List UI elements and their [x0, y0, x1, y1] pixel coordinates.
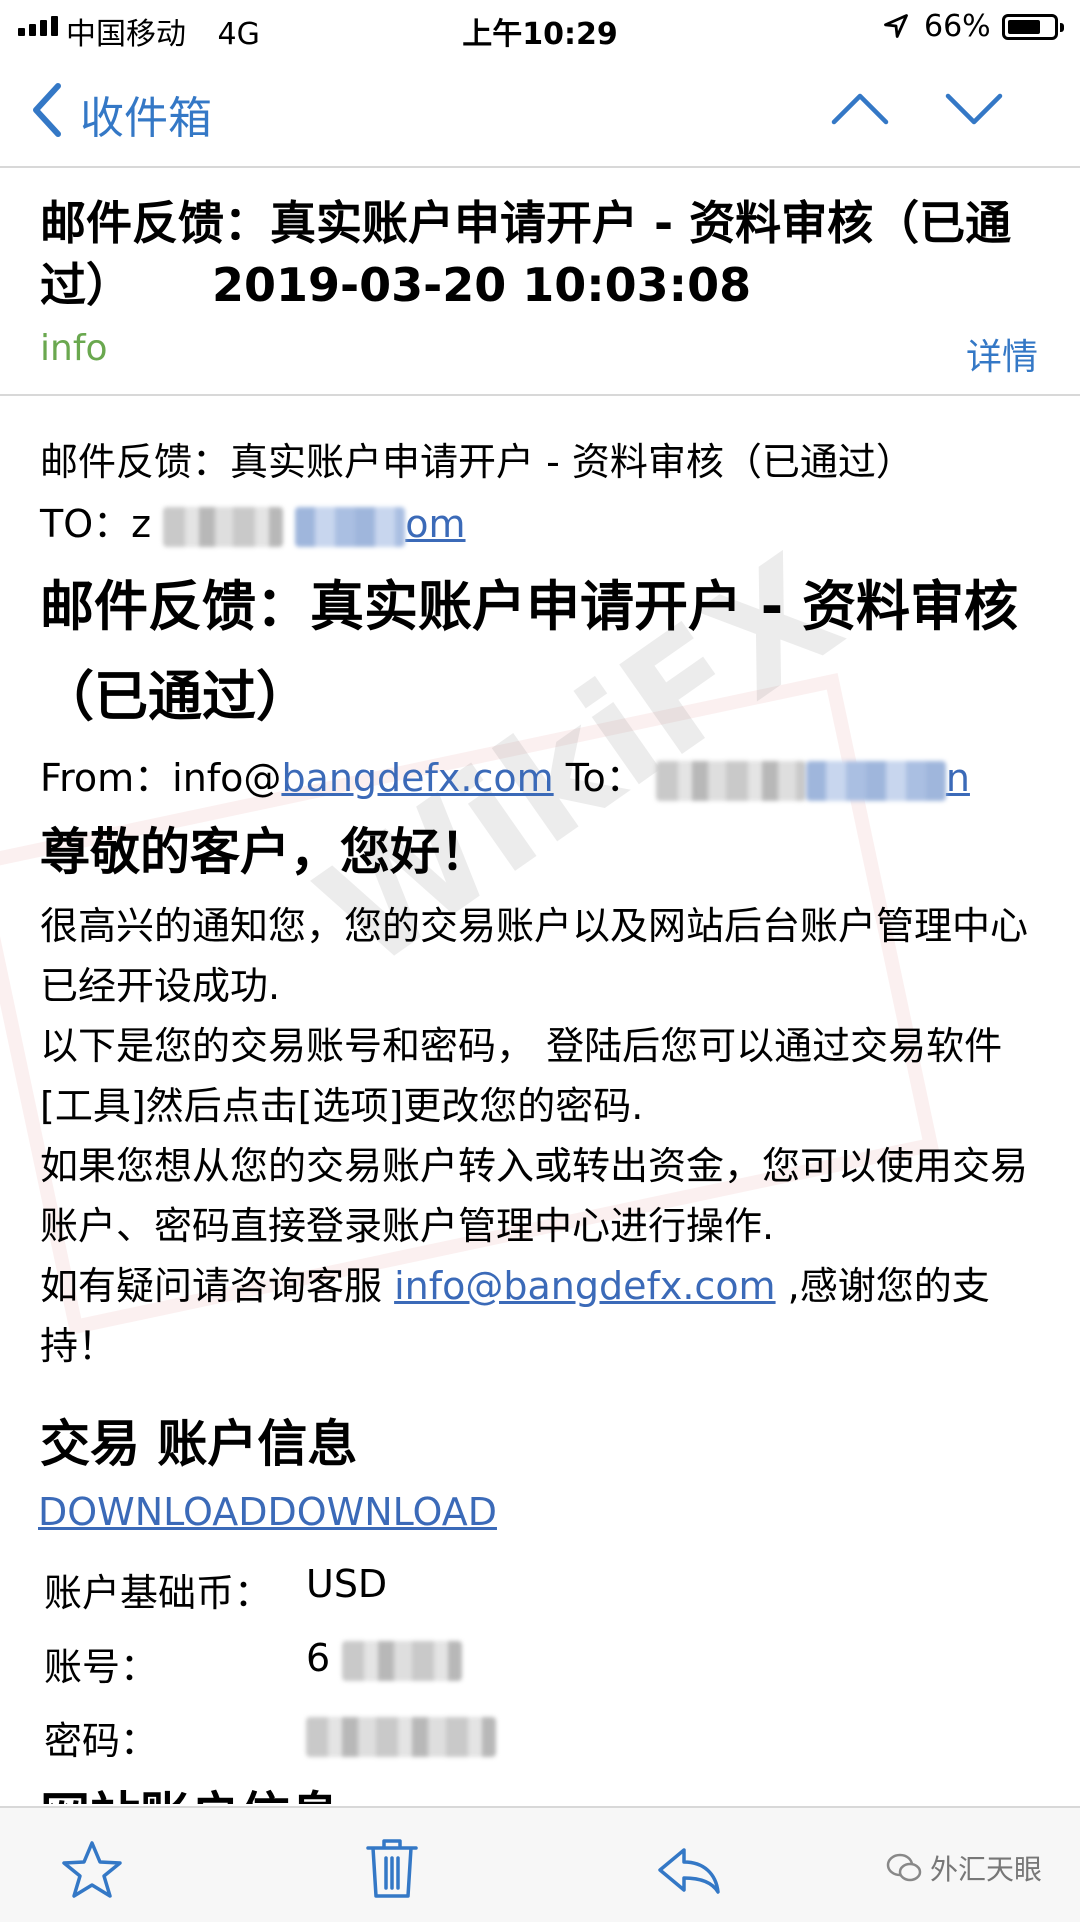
location-arrow-icon — [884, 14, 908, 38]
redacted-text — [655, 760, 806, 801]
status-time: 上午10:29 — [462, 17, 618, 52]
reply-icon[interactable] — [656, 1844, 722, 1896]
section-title-trading-account: 交易 账户信息 — [40, 1415, 358, 1473]
to-line: TO：z om — [40, 502, 466, 547]
chevron-up-icon[interactable] — [830, 88, 890, 128]
paragraph: 如果您想从您的交易账户转入或转出资金，您可以使用交易账户、密码直接登录账户管理中… — [40, 1144, 1029, 1248]
paragraph: 以下是您的交易账号和密码， 登陆后您可以通过交易软件[工具]然后点击[选项]更改… — [40, 1024, 1003, 1128]
support-email-link[interactable]: info@bangdefx.com — [394, 1264, 775, 1308]
from-domain-link[interactable]: bangdefx.com — [281, 756, 553, 800]
status-bar: 中国移动 4G 上午10:29 66% — [0, 0, 1080, 52]
download-link[interactable]: DOWNLOADDOWNLOAD — [38, 1490, 497, 1534]
to-email-link[interactable]: om — [405, 502, 465, 546]
battery-percent: 66% — [924, 9, 991, 44]
redacted-text — [163, 506, 284, 547]
redacted-text — [306, 1716, 496, 1757]
wechat-icon — [886, 1853, 922, 1882]
password-label: 密码： — [44, 1719, 159, 1763]
paragraph: 很高兴的通知您，您的交易账户以及网站后台账户管理中心已经开设成功. — [40, 904, 1029, 1008]
wechat-account-badge: 外汇天眼 — [886, 1848, 1042, 1888]
redacted-text — [295, 506, 406, 547]
body-paragraphs: 很高兴的通知您，您的交易账户以及网站后台账户管理中心已经开设成功. 以下是您的交… — [40, 896, 1050, 1376]
base-currency-value: USD — [306, 1562, 388, 1606]
body-subject-line: 邮件反馈：真实账户申请开户 - 资料审核（已通过） — [40, 440, 914, 484]
account-number-label: 账号： — [44, 1645, 159, 1689]
paragraph: 如有疑问请咨询客服 info@bangdefx.com ,感谢您的支持！ — [40, 1264, 990, 1368]
wechat-account-name: 外汇天眼 — [930, 1853, 1043, 1886]
to-email-link-2[interactable]: n — [946, 756, 970, 800]
chevron-down-icon[interactable] — [944, 88, 1004, 128]
back-to-inbox-button[interactable]: 收件箱 — [80, 82, 212, 146]
password-value — [306, 1712, 496, 1757]
chevron-left-icon[interactable] — [28, 82, 64, 138]
details-link[interactable]: 详情 — [966, 328, 1038, 380]
trash-icon[interactable] — [364, 1836, 420, 1900]
from-line: From：info@bangdefx.com To： n — [40, 756, 970, 801]
redacted-text — [342, 1640, 463, 1681]
star-icon[interactable] — [60, 1838, 124, 1902]
header-divider — [0, 394, 1080, 396]
email-title: 邮件反馈：真实账户申请开户 - 资料审核（已通过） — [40, 575, 1019, 728]
mail-subject: 邮件反馈：真实账户申请开户 - 资料审核（已通过） 2019-03-20 10:0… — [40, 192, 1050, 316]
battery-icon — [1002, 14, 1064, 40]
mail-datetime: 2019-03-20 10:03:08 — [212, 258, 752, 312]
nav-bar: 收件箱 — [0, 52, 1080, 168]
sender-name[interactable]: info — [40, 328, 108, 369]
section-title-web-account: 网站账户信息 — [40, 1776, 340, 1804]
redacted-text — [805, 760, 946, 801]
base-currency-label: 账户基础币： — [44, 1571, 273, 1615]
greeting: 尊敬的客户，您好！ — [40, 823, 490, 881]
bottom-toolbar: 外汇天眼 — [0, 1806, 1080, 1922]
account-number-value: 6 — [306, 1636, 463, 1681]
